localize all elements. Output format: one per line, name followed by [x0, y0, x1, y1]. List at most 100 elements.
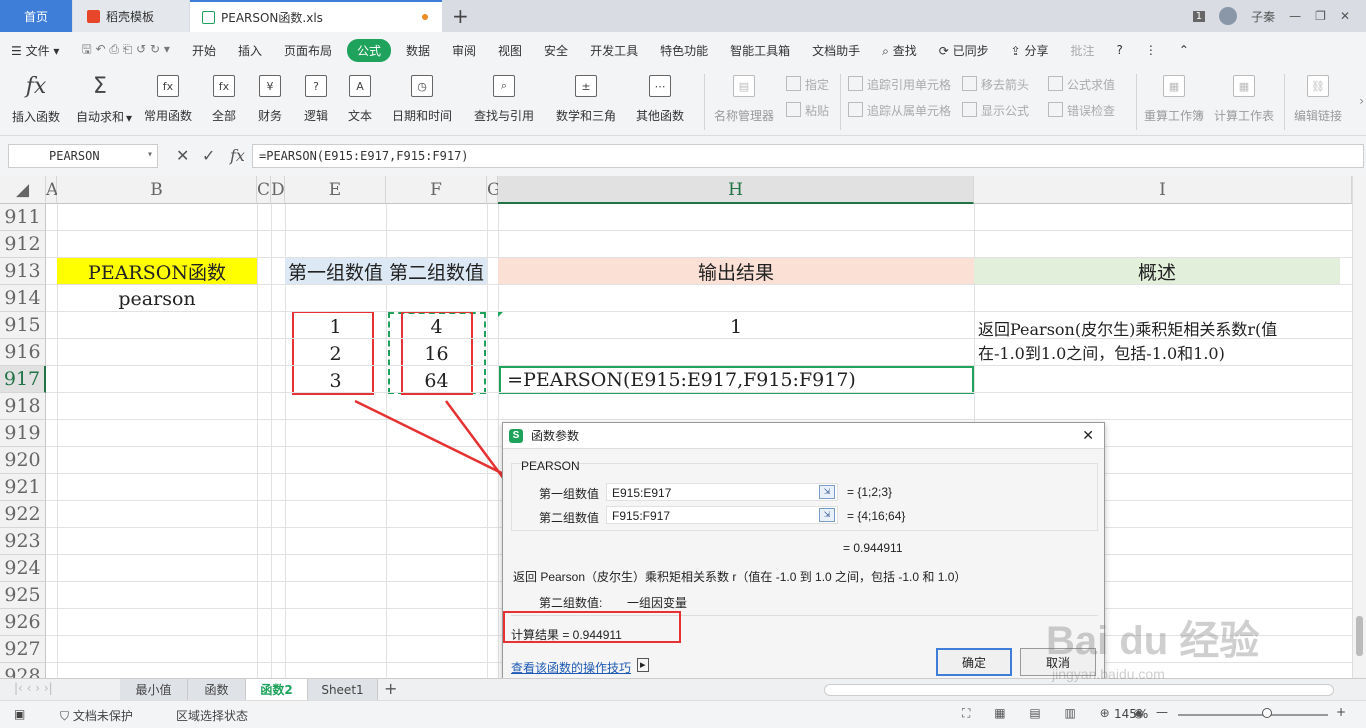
column-header-g[interactable]: G	[487, 176, 501, 204]
column-header-b[interactable]: B	[57, 176, 257, 204]
menu-review[interactable]: 审阅	[441, 42, 487, 59]
math-trig-button[interactable]: ± 数学和三角	[556, 72, 616, 124]
function-tips-link[interactable]: 查看该函数的操作技巧	[511, 659, 631, 676]
menu-data[interactable]: 数据	[395, 42, 441, 59]
row-header-915[interactable]: 915	[0, 312, 46, 339]
menu-features[interactable]: 特色功能	[649, 42, 719, 59]
tab-current-file[interactable]: PEARSON函数.xls	[190, 0, 442, 32]
insert-function-button[interactable]: fx 插入函数	[12, 72, 60, 125]
column-header-c[interactable]: C	[257, 176, 271, 204]
user-name[interactable]: 子秦	[1251, 8, 1275, 25]
menu-insert[interactable]: 插入	[227, 42, 273, 59]
sheet-nav-icons[interactable]: |‹ ‹ › ›|	[14, 681, 53, 695]
column-header-a[interactable]: A	[46, 176, 58, 204]
protect-status[interactable]: ⛉ 文档未保护	[60, 707, 133, 724]
zoom-in-icon[interactable]: +	[1336, 705, 1346, 719]
row-header-923[interactable]: 923	[0, 528, 46, 555]
select-all-corner[interactable]: ◢	[0, 176, 46, 204]
hamburger-icon[interactable]: ☰ 文件 ▾	[0, 42, 70, 59]
menu-find[interactable]: ⌕ 查找	[871, 42, 928, 59]
dialog-close-icon[interactable]: ✕	[1082, 427, 1094, 444]
minimize-icon[interactable]: —	[1289, 9, 1301, 23]
lookup-reference-button[interactable]: ⌕ 查找与引用	[474, 72, 534, 124]
ribbon-scroll-right-icon[interactable]: ›	[1359, 94, 1364, 108]
video-icon[interactable]: ▸	[637, 658, 649, 672]
zoom-slider-thumb[interactable]	[1262, 708, 1272, 718]
date-time-button[interactable]: ◷ 日期和时间	[392, 72, 452, 124]
common-functions-button[interactable]: fx 常用函数	[144, 72, 192, 124]
row-header-924[interactable]: 924	[0, 555, 46, 582]
tab-home[interactable]: 首页	[0, 0, 72, 32]
trace-dependents-button[interactable]: 追踪从属单元格	[848, 102, 951, 119]
row-header-926[interactable]: 926	[0, 609, 46, 636]
arg2-input[interactable]: F915:F917	[606, 506, 838, 524]
quick-access-toolbar[interactable]: 🖫 ↶ ⎙ ⎗ ↺ ↻ ▾	[70, 40, 181, 61]
menu-security[interactable]: 安全	[533, 42, 579, 59]
edit-links-button[interactable]: ⛓ 编辑链接	[1294, 72, 1342, 124]
menu-developer[interactable]: 开发工具	[579, 42, 649, 59]
row-header-928[interactable]: 928	[0, 663, 46, 678]
arg2-collapse-icon[interactable]: ⇲	[819, 508, 835, 522]
row-header-916[interactable]: 916	[0, 339, 46, 366]
cell-i915[interactable]: 返回Pearson(皮尔生)乘积矩相关系数r(值	[978, 316, 1277, 340]
row-header-918[interactable]: 918	[0, 393, 46, 420]
name-manager-button[interactable]: ▤ 名称管理器	[714, 72, 774, 124]
row-header-920[interactable]: 920	[0, 447, 46, 474]
more-icon[interactable]: ⋮	[1134, 43, 1168, 57]
row-header-911[interactable]: 911	[0, 204, 46, 231]
sheet-tab-sheet1[interactable]: Sheet1	[308, 679, 378, 701]
cell-b913[interactable]: PEARSON函数	[57, 258, 257, 285]
show-formulas-button[interactable]: 显示公式	[962, 102, 1029, 119]
menu-comment[interactable]: 批注	[1060, 42, 1106, 59]
avatar[interactable]	[1219, 7, 1238, 25]
fx-icon[interactable]: fx	[230, 146, 245, 165]
other-functions-button[interactable]: ⋯ 其他函数	[636, 72, 684, 124]
trace-precedents-button[interactable]: 追踪引用单元格	[848, 76, 951, 93]
formula-input[interactable]: =PEARSON(E915:E917,F915:F917)	[252, 144, 1364, 168]
menu-view[interactable]: 视图	[487, 42, 533, 59]
menu-page-layout[interactable]: 页面布局	[273, 42, 343, 59]
all-functions-button[interactable]: fx 全部	[212, 72, 236, 124]
ok-button[interactable]: 确定	[936, 648, 1012, 676]
remove-arrows-button[interactable]: 移去箭头	[962, 76, 1029, 93]
row-header-917[interactable]: 917	[0, 366, 46, 393]
column-header-f[interactable]: F	[386, 176, 487, 204]
row-header-925[interactable]: 925	[0, 582, 46, 609]
row-header-921[interactable]: 921	[0, 474, 46, 501]
restore-icon[interactable]: ❐	[1315, 9, 1326, 23]
collapse-ribbon-icon[interactable]: ⌃	[1168, 43, 1200, 57]
cancel-icon[interactable]: ✕	[176, 146, 189, 165]
cell-i916[interactable]: 在-1.0到1.0之间，包括-1.0和1.0)	[978, 340, 1225, 364]
zoom-level[interactable]: 145%	[1114, 707, 1148, 721]
sheet-tab-min[interactable]: 最小值	[120, 679, 188, 701]
row-header-919[interactable]: 919	[0, 420, 46, 447]
paste-name-button[interactable]: 粘贴	[786, 102, 829, 119]
cancel-button[interactable]: 取消	[1020, 648, 1096, 676]
cell-h915[interactable]: 1	[498, 313, 974, 340]
row-header-914[interactable]: 914	[0, 285, 46, 312]
arg1-collapse-icon[interactable]: ⇲	[819, 485, 835, 499]
text-button[interactable]: A 文本	[348, 72, 372, 124]
scroll-thumb[interactable]	[1356, 616, 1363, 656]
zoom-out-icon[interactable]: —	[1156, 705, 1168, 719]
column-header-e[interactable]: E	[285, 176, 386, 204]
menu-doc-assistant[interactable]: 文档助手	[801, 42, 871, 59]
column-header-d[interactable]: D	[271, 176, 285, 204]
tab-docer-templates[interactable]: 稻壳模板	[73, 0, 189, 32]
arg1-input[interactable]: E915:E917	[606, 483, 838, 501]
zoom-slider[interactable]	[1178, 714, 1328, 716]
financial-button[interactable]: ¥ 财务	[258, 72, 282, 124]
cell-b914[interactable]: pearson	[57, 285, 257, 312]
sheet-tab-function2[interactable]: 函数2	[246, 679, 308, 701]
cell-h917-active[interactable]: =PEARSON(E915:E917,F915:F917)	[499, 366, 974, 394]
window-count-badge[interactable]: 1	[1192, 10, 1206, 22]
cell-h913[interactable]: 输出结果	[498, 258, 974, 285]
row-header-913[interactable]: 913	[0, 258, 46, 285]
sheet-tab-function[interactable]: 函数	[188, 679, 246, 701]
column-header-h[interactable]: H	[498, 176, 974, 204]
specify-button[interactable]: 指定	[786, 76, 829, 93]
confirm-icon[interactable]: ✓	[202, 146, 215, 165]
calc-sheet-button[interactable]: ▦ 计算工作表	[1214, 72, 1274, 124]
menu-synced[interactable]: ⟳ 已同步	[928, 42, 1000, 59]
add-tab-button[interactable]: +	[452, 4, 469, 28]
